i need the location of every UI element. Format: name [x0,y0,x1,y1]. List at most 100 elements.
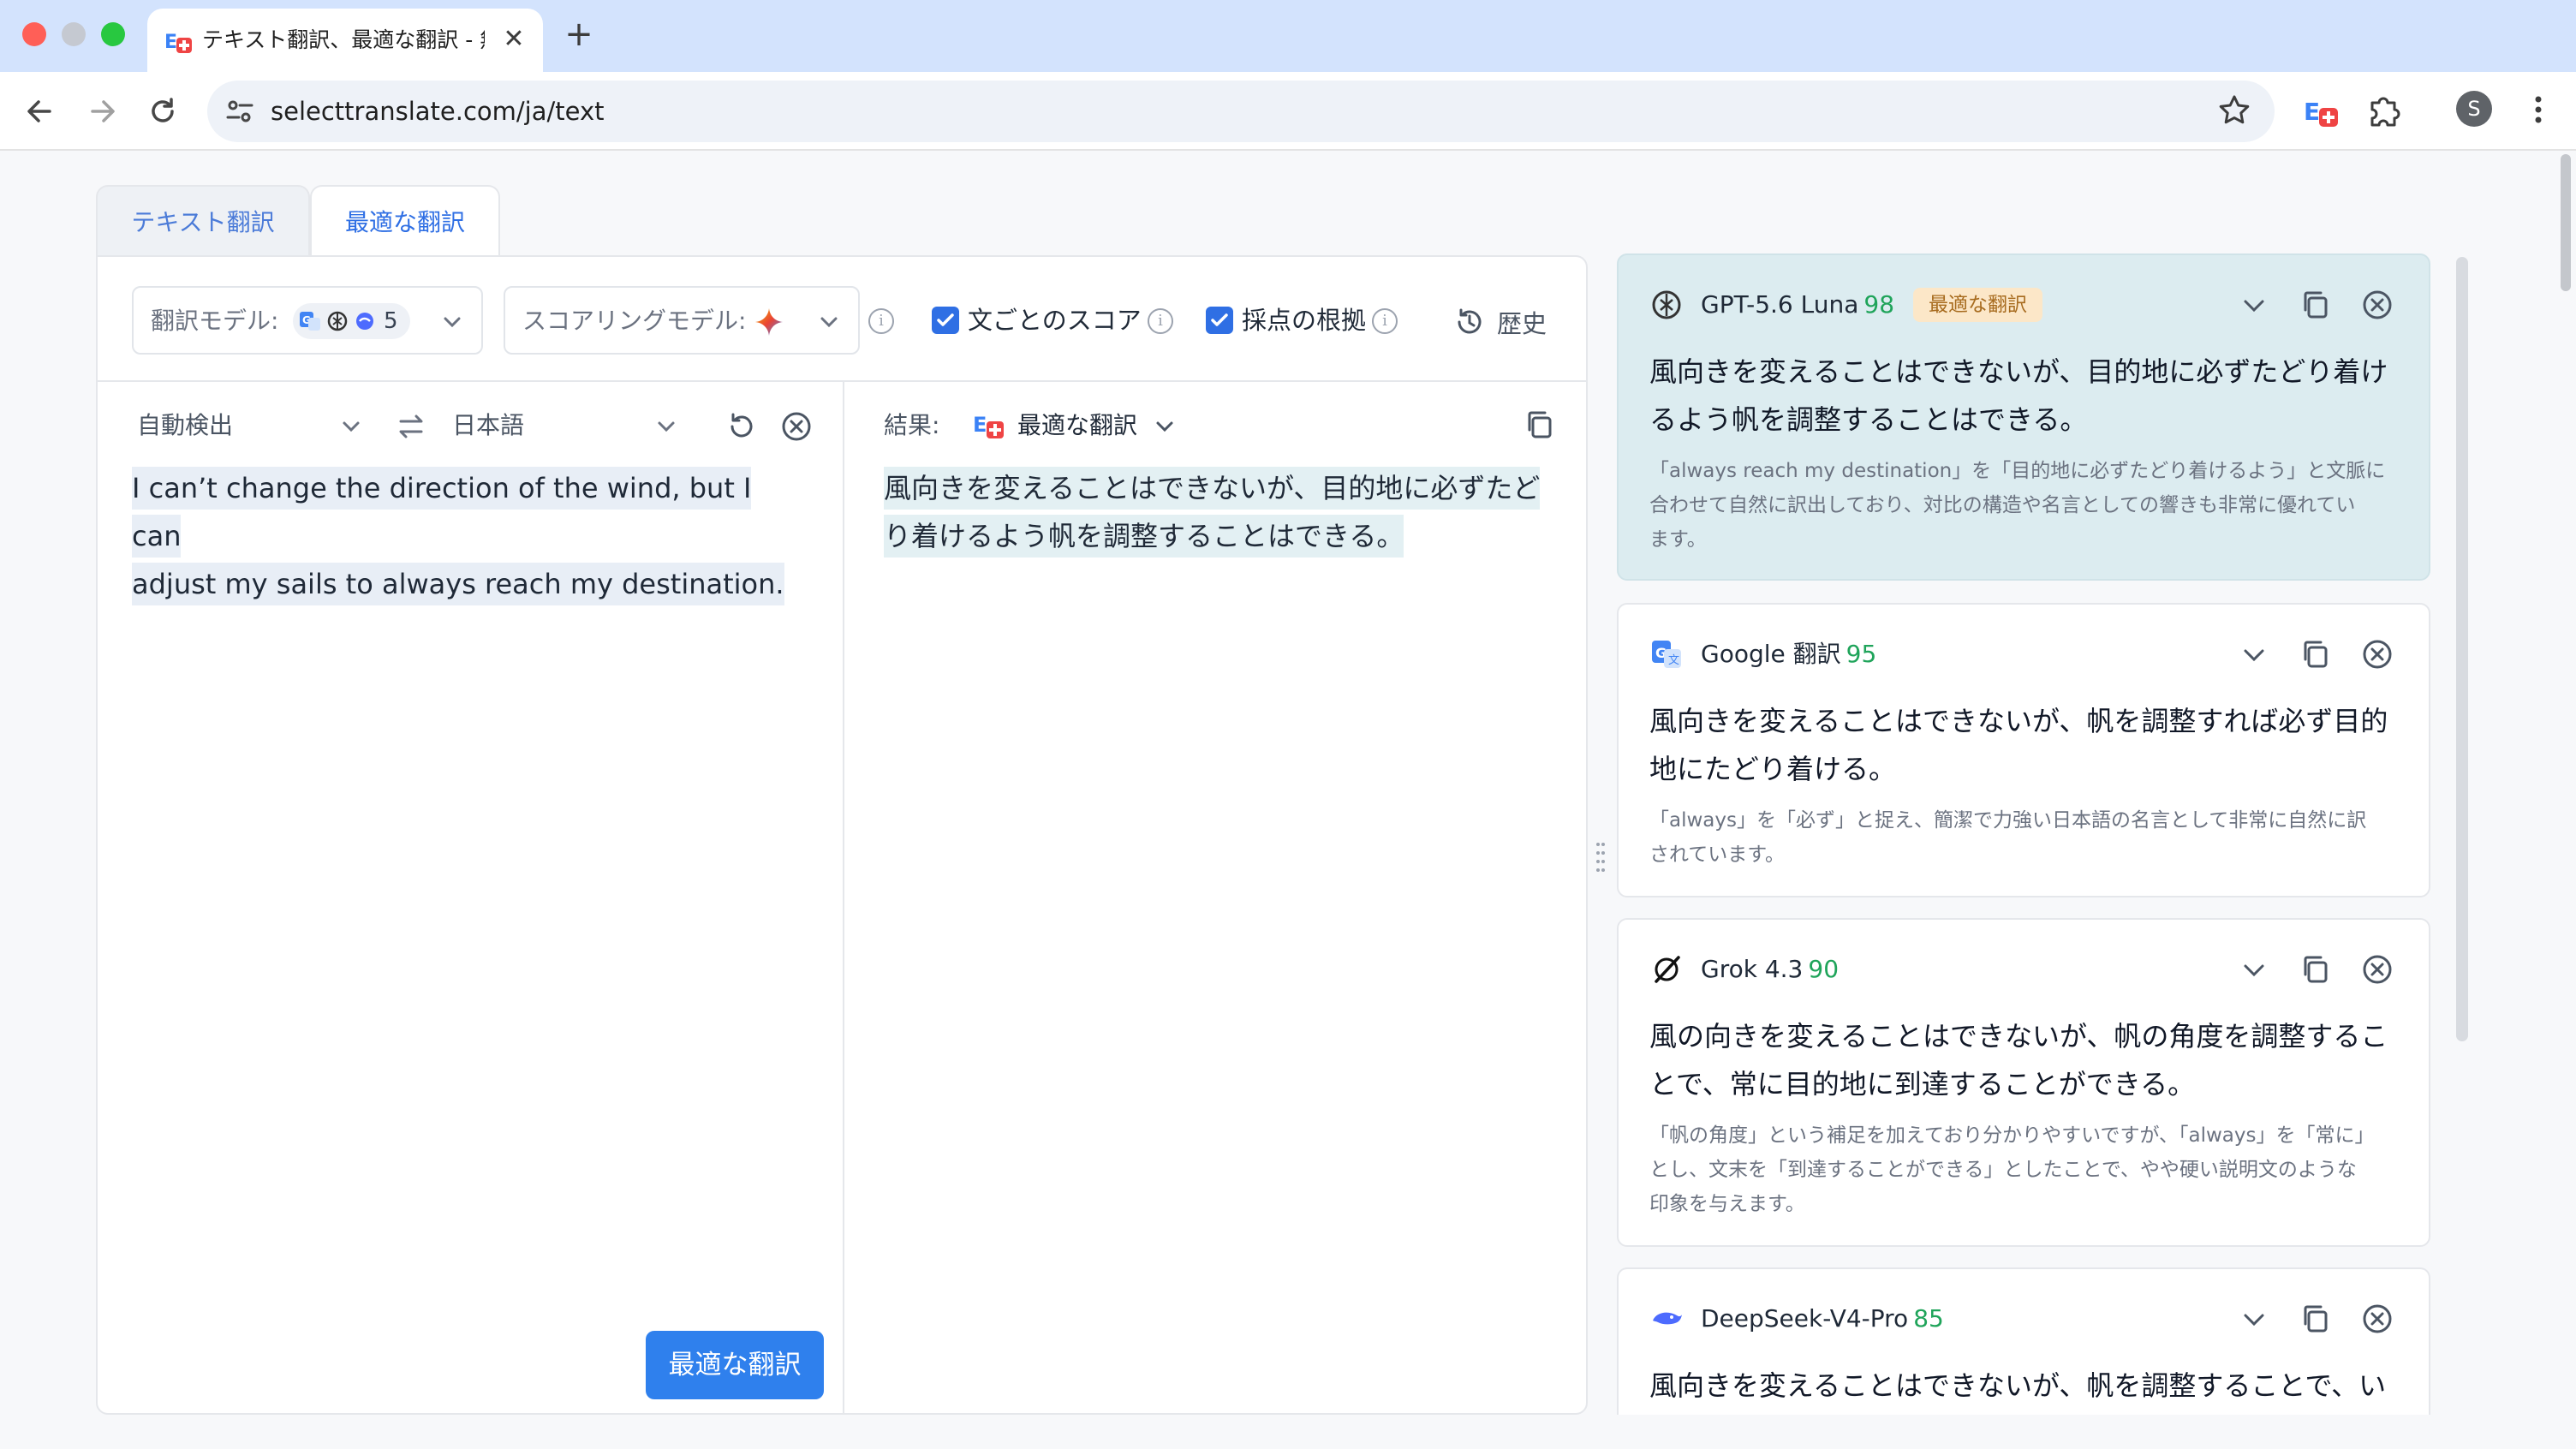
page-scrollbar[interactable] [2561,154,2571,291]
tab-best-translation[interactable]: 最適な翻訳 [310,185,500,257]
selecttranslate-favicon-icon: E [164,32,192,53]
scoring-reason-info-icon[interactable]: i [1372,308,1398,334]
window-minimize-button[interactable] [62,22,86,46]
forward-icon[interactable] [82,91,123,132]
tab-close-icon[interactable]: ✕ [498,24,529,55]
card-translation: 風の向きを変えることはできないが、帆の角度を調整するこ とで、常に目的地に到達す… [1649,1012,2403,1108]
profile-avatar[interactable]: S [2456,91,2492,127]
result-mode-select[interactable]: 最適な翻訳 [1017,409,1137,442]
card-reason: 「帆の角度」という補足を加えており分かりやすいですが、「always」を「常に」… [1649,1118,2403,1221]
pane-divider [843,382,844,1415]
card-reason-line: ます。 [1649,528,1707,551]
model-count: 5 [384,308,398,334]
translation-model-select[interactable]: 翻訳モデル: G 5 [132,286,483,355]
browser-tab-active[interactable]: E テキスト翻訳、最適な翻訳 - 無 ✕ [147,9,543,72]
model-name: Google 翻訳 95 [1701,637,1876,671]
card-translation-line: 風向きを変えることはできないが、帆を調整することで、い [1649,1369,2387,1402]
target-language-select[interactable]: 日本語 [452,409,524,442]
scoring-reason-label[interactable]: 採点の根拠 [1242,304,1366,337]
translate-extension-icon[interactable]: E [2299,89,2343,134]
scoring-model-label: スコアリングモデル: [522,307,747,335]
card-reason-line: 合わせて自然に訳出しており、対比の構造や名言としての響きも非常に優れてい [1649,494,2356,516]
close-icon[interactable] [2358,1300,2396,1338]
new-tab-button[interactable]: + [562,17,596,51]
copy-icon[interactable] [2297,1300,2334,1338]
openai-icon [327,311,348,331]
model-name-text: Grok 4.3 [1701,955,1804,983]
google-translate-icon: G [300,312,320,331]
sentence-score-label[interactable]: 文ごとのスコア [968,304,1142,337]
scoring-info-icon[interactable]: i [868,308,894,334]
source-text-line: I can’t change the direction of the wind… [132,467,752,558]
reload-icon[interactable] [142,91,183,132]
check-icon [1211,313,1228,326]
copy-icon[interactable] [2297,951,2334,988]
back-icon[interactable] [19,91,60,132]
card-reason-line: 「always」を「必ず」と捉え、簡潔で力強い日本語の名言として非常に自然に訳 [1649,809,2367,832]
model-score: 98 [1863,290,1895,319]
results-scrollbar[interactable] [2456,257,2468,1041]
scoring-model-select[interactable]: スコアリングモデル: [504,286,860,355]
history-label: 歴史 [1497,309,1547,338]
site-info-icon[interactable] [223,94,257,128]
sentence-score-checkbox[interactable] [932,307,959,334]
controls-divider [98,380,1586,382]
card-translation-line: るよう帆を調整することはできる。 [1649,403,2088,436]
deepseek-icon [1653,1312,1682,1325]
scoring-reason-checkbox[interactable] [1206,307,1233,334]
card-reason-line: されています。 [1649,844,1786,866]
chevron-down-icon[interactable] [336,411,367,442]
star-icon[interactable] [2215,91,2254,130]
chevron-down-icon[interactable] [1149,411,1180,442]
url-text[interactable]: selecttranslate.com/ja/text [271,96,605,127]
kebab-menu-icon[interactable] [2521,91,2555,128]
result-text-line: り着けるよう帆を調整することはできる。 [884,515,1404,558]
card-reason: 「always」を「必ず」と捉え、簡潔で力強い日本語の名言として非常に自然に訳 … [1649,803,2403,872]
grok-icon [1655,956,1680,983]
model-name-text: DeepSeek-V4-Pro [1701,1304,1909,1333]
window-close-button[interactable] [22,22,46,46]
card-translation-line: 風向きを変えることはできないが、目的地に必ずたどり着け [1649,355,2388,388]
copy-icon[interactable] [1521,406,1559,444]
address-bar[interactable]: selecttranslate.com/ja/text [207,80,2275,142]
card-reason-line: とし、文末を「到達することができる」としたことで、やや硬い説明文のような [1649,1159,2357,1181]
result-label: 結果: [884,411,940,439]
result-card-grok: Grok 4.3 90 風の向きを変えることはできないが、帆の角度を調整するこ と… [1617,918,2430,1247]
best-translate-button[interactable]: 最適な翻訳 [646,1331,824,1399]
card-translation: 風向きを変えることはできないが、帆を調整することで、い [1649,1362,2403,1410]
close-icon[interactable] [2358,951,2396,988]
card-translation: 風向きを変えることはできないが、目的地に必ずたどり着け るよう帆を調整することは… [1649,348,2403,444]
browser-toolbar: selecttranslate.com/ja/text E [0,72,2576,151]
translation-model-label: 翻訳モデル: [151,307,279,335]
result-card-google: G 文 Google 翻訳 95 風向きを変えることはできないが、帆を調整すれば必… [1617,603,2430,897]
card-translation-line: とで、常に目的地に到達することができる。 [1649,1068,2196,1100]
close-icon[interactable] [2358,635,2396,673]
history-button[interactable]: 歴史 [1452,303,1547,341]
sentence-score-info-icon[interactable]: i [1148,308,1173,334]
chevron-down-icon[interactable] [2235,951,2273,988]
copy-icon[interactable] [2297,286,2334,324]
clear-icon[interactable] [778,408,815,445]
source-text-input[interactable]: I can’t change the direction of the wind… [132,464,808,608]
chevron-down-icon[interactable] [2235,635,2273,673]
source-text-line: adjust my sails to always reach my desti… [132,563,784,605]
puzzle-extension-icon[interactable] [2362,89,2406,134]
tab-text-translation[interactable]: テキスト翻訳 [96,185,310,257]
check-icon [937,313,954,326]
model-name: Grok 4.3 90 [1701,952,1839,987]
chevron-down-icon[interactable] [651,411,682,442]
source-language-select[interactable]: 自動検出 [137,409,233,442]
model-name-text: Google 翻訳 [1701,640,1841,668]
reset-icon[interactable] [723,408,760,445]
chevron-down-icon[interactable] [2235,1300,2273,1338]
card-translation-line: 地にたどり着ける。 [1649,753,1897,785]
swap-languages-icon[interactable] [392,408,430,445]
chevron-down-icon [444,317,461,328]
model-score: 90 [1808,955,1840,983]
copy-icon[interactable] [2297,635,2334,673]
chevron-down-icon[interactable] [2235,286,2273,324]
card-reason-line: 「帆の角度」という補足を加えており分かりやすいですが、「always」を「常に」 [1649,1124,2375,1147]
resize-handle-icon[interactable] [1595,839,1607,874]
window-maximize-button[interactable] [101,22,125,46]
close-icon[interactable] [2358,286,2396,324]
